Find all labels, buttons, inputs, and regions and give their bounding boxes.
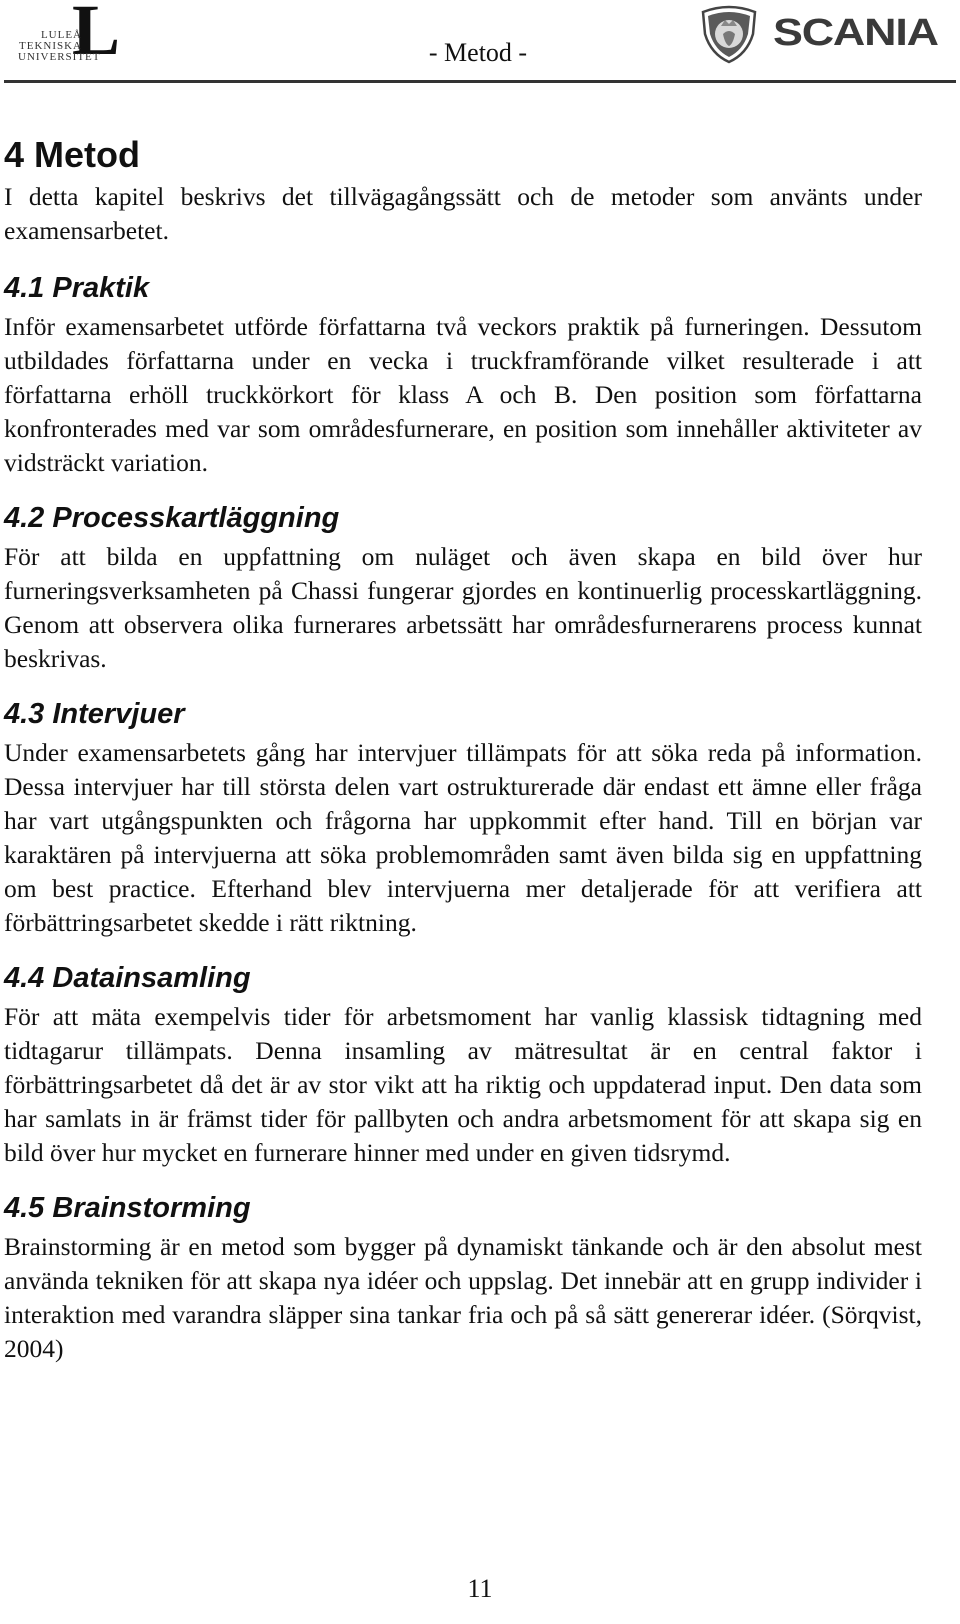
page-header: L LULEÅ TEKNISKA UNIVERSITET - Metod - S…: [0, 0, 960, 84]
chapter-intro: I detta kapitel beskrivs det tillvägagån…: [4, 182, 922, 245]
header-divider: [4, 80, 956, 83]
section-heading: 4.3 Intervjuer: [4, 698, 185, 730]
scania-griffin-icon: [701, 5, 757, 64]
section-body: För att mäta exempelvis tider för arbets…: [4, 1002, 922, 1167]
page-content: 4 Metod I detta kapitel beskrivs det til…: [4, 130, 922, 1382]
section-body: För att bilda en uppfattning om nuläget …: [4, 542, 922, 673]
section-heading: 4.2 Processkartläggning: [4, 502, 340, 534]
section-processkartlaggning: 4.2 Processkartläggning För att bilda en…: [4, 496, 922, 676]
scania-wordmark: SCANIA: [773, 12, 939, 54]
section-datainsamling: 4.4 Datainsamling För att mäta exempelvi…: [4, 956, 922, 1170]
section-heading: 4.4 Datainsamling: [4, 962, 251, 994]
section-brainstorming: 4.5 Brainstorming Brainstorming är en me…: [4, 1186, 922, 1366]
section-intervjuer: 4.3 Intervjuer Under examensarbetets gån…: [4, 692, 922, 940]
scania-logo: SCANIA: [697, 2, 947, 66]
section-body: Inför examensarbetet utförde författarna…: [4, 312, 922, 477]
section-body: Under examensarbetets gång har intervjue…: [4, 738, 922, 937]
section-heading: 4.5 Brainstorming: [4, 1192, 251, 1224]
section-praktik: 4.1 Praktik Inför examensarbetet utförde…: [4, 266, 922, 480]
page-number: 11: [467, 1574, 493, 1603]
section-heading: 4.1 Praktik: [4, 272, 150, 304]
section-body: Brainstorming är en metod som bygger på …: [4, 1232, 922, 1363]
chapter-title: 4 Metod: [4, 134, 141, 175]
running-title-text: - Metod -: [428, 38, 528, 67]
